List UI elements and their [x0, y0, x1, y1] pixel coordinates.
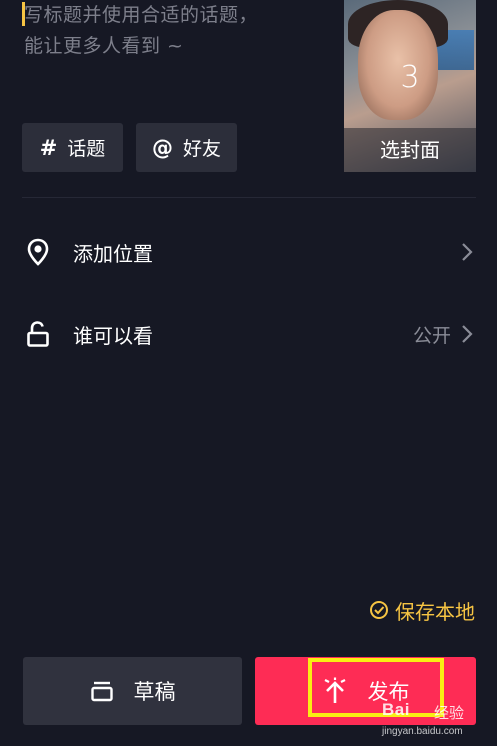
- save-local-label: 保存本地: [395, 599, 475, 624]
- topic-chip-label: 话题: [67, 138, 106, 160]
- topic-chip-button[interactable]: # 话题: [22, 123, 123, 172]
- visibility-row[interactable]: 谁可以看 公开: [0, 304, 497, 364]
- save-local-toggle[interactable]: 保存本地: [369, 594, 475, 626]
- draft-label: 草稿: [133, 680, 176, 704]
- friend-chip-label: 好友: [182, 138, 221, 160]
- chevron-right-icon: [459, 322, 475, 346]
- select-cover-label: 选封面: [344, 128, 476, 172]
- cover-selector[interactable]: 3 选封面: [344, 0, 476, 172]
- caption-placeholder-line2: 能让更多人看到 ~: [24, 35, 184, 57]
- draft-button[interactable]: 草稿: [23, 657, 242, 725]
- unlock-icon: [24, 320, 52, 348]
- caption-input[interactable]: 写标题并使用合适的话题， 能让更多人看到 ~: [24, 0, 334, 62]
- watermark-logo: Bai 经验 jingyan.baidu.com: [382, 700, 494, 744]
- chevron-right-icon: [459, 240, 475, 264]
- visibility-label: 谁可以看: [73, 323, 153, 348]
- watermark-brand: Bai: [382, 700, 410, 719]
- watermark-url: jingyan.baidu.com: [382, 726, 463, 737]
- caption-placeholder-line1: 写标题并使用合适的话题，: [24, 4, 259, 26]
- check-circle-icon: [369, 600, 389, 620]
- hashtag-icon: #: [39, 135, 58, 160]
- visibility-value: 公开: [412, 324, 451, 347]
- cover-count: 3: [400, 60, 420, 95]
- location-pin-icon: [24, 238, 52, 266]
- mention-friend-chip-button[interactable]: @ 好友: [136, 123, 237, 172]
- at-sign-icon: @: [151, 135, 173, 160]
- draft-box-icon: [90, 680, 114, 702]
- add-location-label: 添加位置: [73, 241, 153, 266]
- divider: [22, 197, 476, 198]
- add-location-row[interactable]: 添加位置: [0, 222, 497, 282]
- watermark-brand-cn: 经验: [434, 704, 465, 722]
